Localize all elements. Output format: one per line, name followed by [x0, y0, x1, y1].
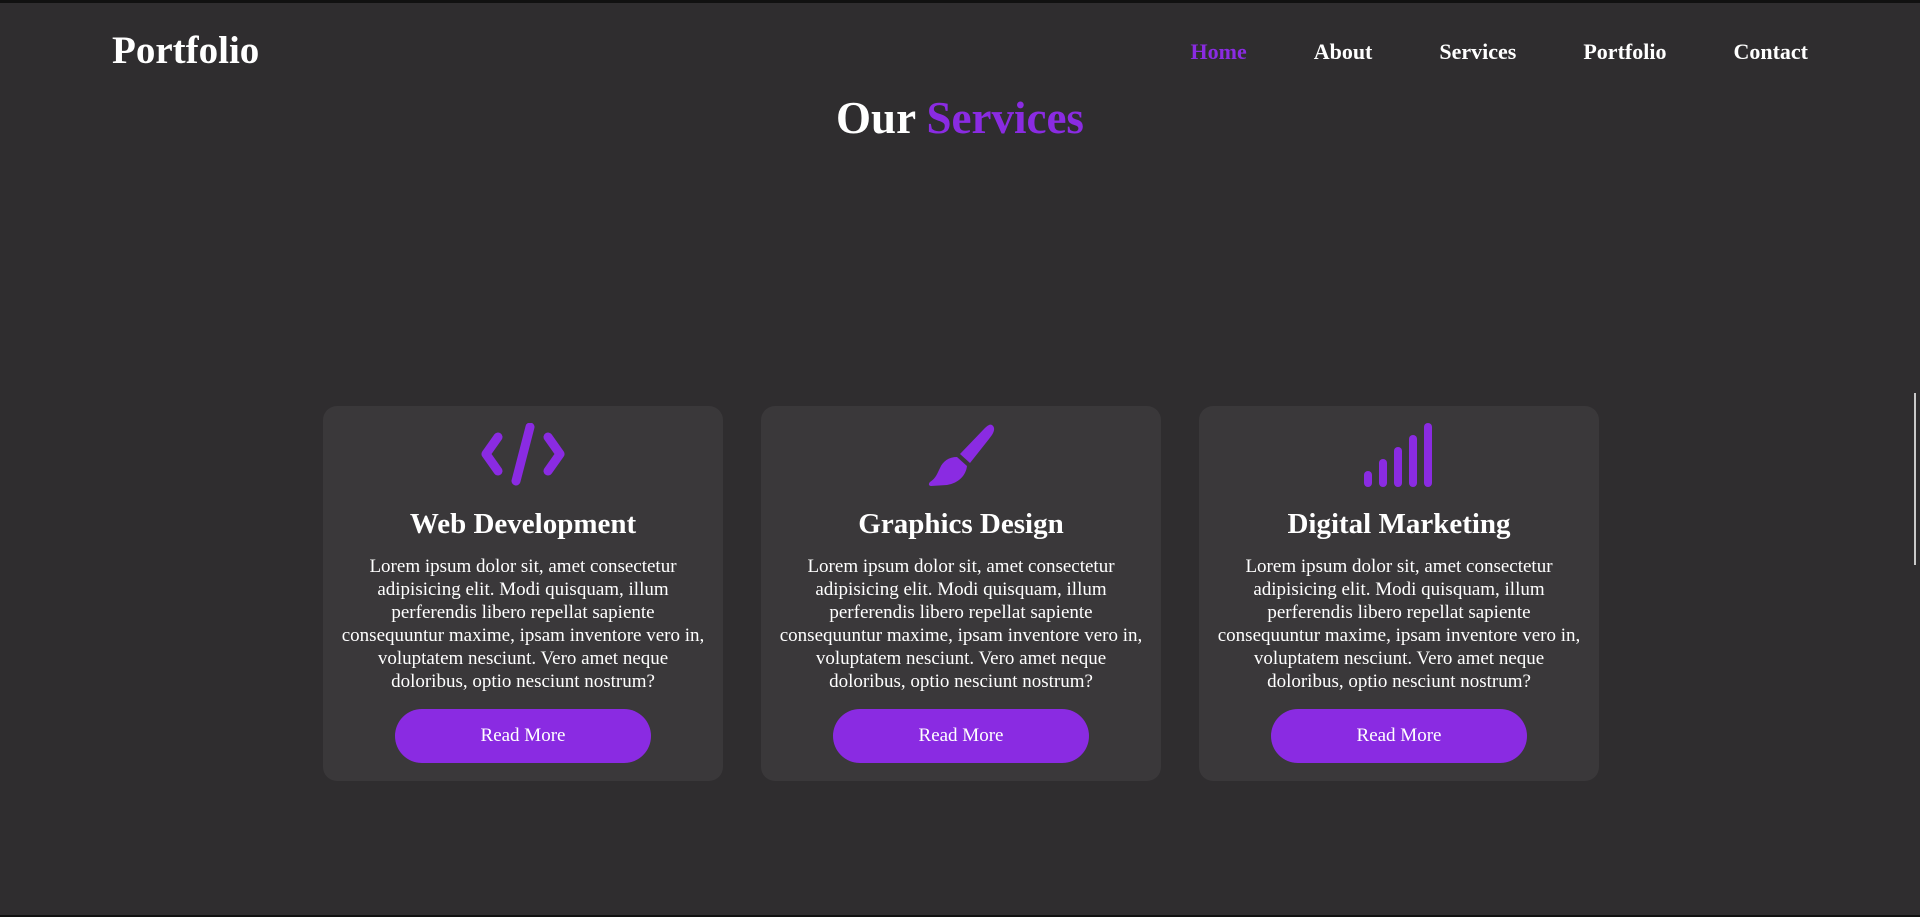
services-cards: Web Development Lorem ipsum dolor sit, a…	[323, 406, 1599, 781]
paintbrush-icon	[779, 423, 1143, 490]
signal-bars-icon	[1217, 423, 1581, 490]
card-title: Digital Marketing	[1287, 508, 1511, 540]
header: Portfolio Home About Services Portfolio …	[0, 3, 1920, 98]
main-nav: Home About Services Portfolio Contact	[1191, 39, 1809, 65]
card-description: Lorem ipsum dolor sit, amet consectetur …	[341, 556, 705, 692]
nav-link-about[interactable]: About	[1314, 39, 1373, 65]
read-more-button[interactable]: Read More	[1271, 709, 1527, 763]
nav-link-home[interactable]: Home	[1191, 39, 1247, 65]
logo[interactable]: Portfolio	[112, 27, 259, 75]
read-more-button[interactable]: Read More	[395, 709, 651, 763]
service-card-graphics-design: Graphics Design Lorem ipsum dolor sit, a…	[761, 406, 1161, 781]
card-title: Graphics Design	[858, 508, 1064, 540]
page: Portfolio Home About Services Portfolio …	[0, 0, 1920, 917]
section-title: Our Services	[0, 91, 1920, 145]
card-description: Lorem ipsum dolor sit, amet consectetur …	[1217, 556, 1581, 692]
nav-link-contact[interactable]: Contact	[1733, 39, 1808, 65]
card-title: Web Development	[409, 508, 637, 540]
card-description: Lorem ipsum dolor sit, amet consectetur …	[779, 556, 1143, 692]
read-more-button[interactable]: Read More	[833, 709, 1089, 763]
section-title-accent: Services	[926, 93, 1084, 143]
code-icon	[341, 422, 705, 490]
nav-link-portfolio[interactable]: Portfolio	[1583, 39, 1666, 65]
nav-link-services[interactable]: Services	[1439, 39, 1516, 65]
section-title-prefix: Our	[836, 93, 916, 143]
service-card-web-development: Web Development Lorem ipsum dolor sit, a…	[323, 406, 723, 781]
scrollbar-thumb[interactable]	[1914, 393, 1916, 565]
service-card-digital-marketing: Digital Marketing Lorem ipsum dolor sit,…	[1199, 406, 1599, 781]
